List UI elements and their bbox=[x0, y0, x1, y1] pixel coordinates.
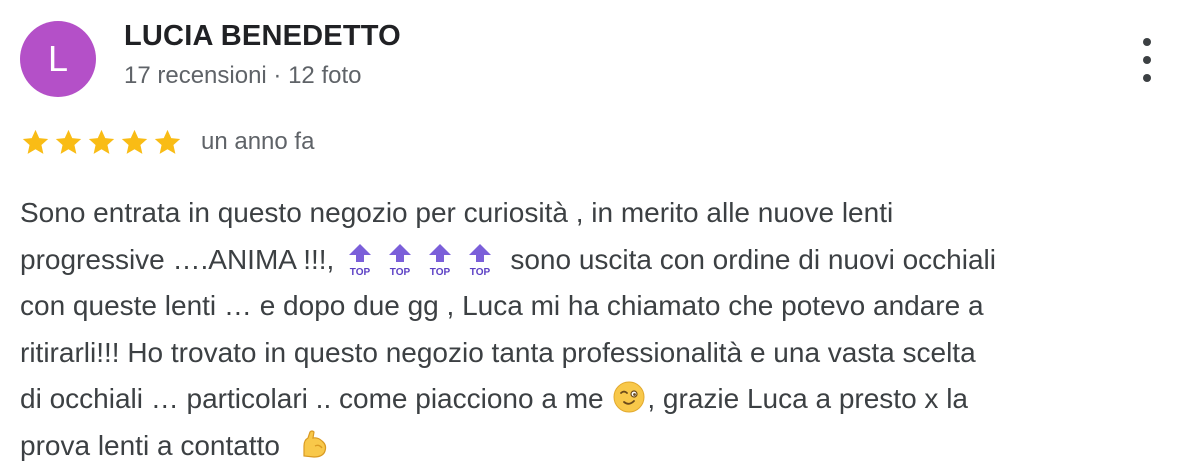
star-icon bbox=[121, 129, 148, 154]
review-line: ritirarli!!! Ho trovato in questo negozi… bbox=[20, 330, 1180, 377]
reviewer-meta: 17 recensioni · 12 foto bbox=[124, 62, 362, 89]
review-line-text: con queste lenti … e dopo due gg , Luca … bbox=[20, 290, 984, 321]
winking-face-icon bbox=[613, 381, 645, 413]
menu-dot bbox=[1143, 38, 1151, 46]
top-label: TOP bbox=[470, 267, 491, 277]
menu-dot bbox=[1143, 56, 1151, 64]
review-line-text: Sono entrata in questo negozio per curio… bbox=[20, 197, 894, 228]
avatar[interactable]: L bbox=[20, 21, 96, 97]
review-line: progressive ….ANIMA !!!, TOP TOP TOP TOP sono… bbox=[20, 237, 1180, 284]
star-icon bbox=[154, 129, 181, 154]
review-card: L LUCIA BENEDETTO 17 recensioni · 12 fot… bbox=[0, 0, 1200, 475]
review-line-text: di occhiali … particolari .. come piacci… bbox=[20, 383, 604, 414]
review-line-text: prova lenti a contatto bbox=[20, 429, 280, 461]
top-label: TOP bbox=[350, 267, 371, 277]
flexed-biceps-icon bbox=[303, 429, 326, 458]
star-rating bbox=[20, 127, 183, 158]
top-arrow-icon: TOP bbox=[429, 243, 452, 277]
review-line-text: progressive ….ANIMA !!!, bbox=[20, 243, 335, 275]
review-line-text: ritirarli!!! Ho trovato in questo negozi… bbox=[20, 336, 976, 368]
top-arrow-icon: TOP bbox=[389, 243, 412, 277]
review-line: con queste lenti … e dopo due gg , Luca … bbox=[20, 283, 1180, 330]
reviewer-name[interactable]: LUCIA BENEDETTO bbox=[124, 20, 401, 53]
review-line: Sono entrata in questo negozio per curio… bbox=[20, 190, 1180, 237]
review-date: un anno fa bbox=[201, 128, 315, 155]
review-line: prova lenti a contatto bbox=[20, 423, 1180, 470]
avatar-letter: L bbox=[47, 38, 69, 79]
review-line: di occhiali … particolari .. come piacci… bbox=[20, 376, 1180, 423]
star-icon bbox=[55, 129, 82, 154]
more-vert-icon[interactable] bbox=[1134, 38, 1160, 82]
menu-dot bbox=[1143, 74, 1151, 82]
top-emoji-group: TOP TOP TOP TOP bbox=[346, 237, 494, 284]
star-icon bbox=[22, 129, 49, 154]
top-label: TOP bbox=[430, 267, 451, 277]
review-line-text: , grazie Luca a presto x la bbox=[647, 383, 968, 414]
top-arrow-icon: TOP bbox=[349, 243, 372, 277]
rating-row: un anno fa bbox=[20, 124, 314, 160]
top-label: TOP bbox=[390, 267, 411, 277]
star-icon bbox=[88, 129, 115, 154]
top-arrow-icon: TOP bbox=[469, 243, 492, 277]
review-text: Sono entrata in questo negozio per curio… bbox=[20, 190, 1180, 469]
review-line-text: sono uscita con ordine di nuovi occhiali bbox=[510, 243, 996, 275]
